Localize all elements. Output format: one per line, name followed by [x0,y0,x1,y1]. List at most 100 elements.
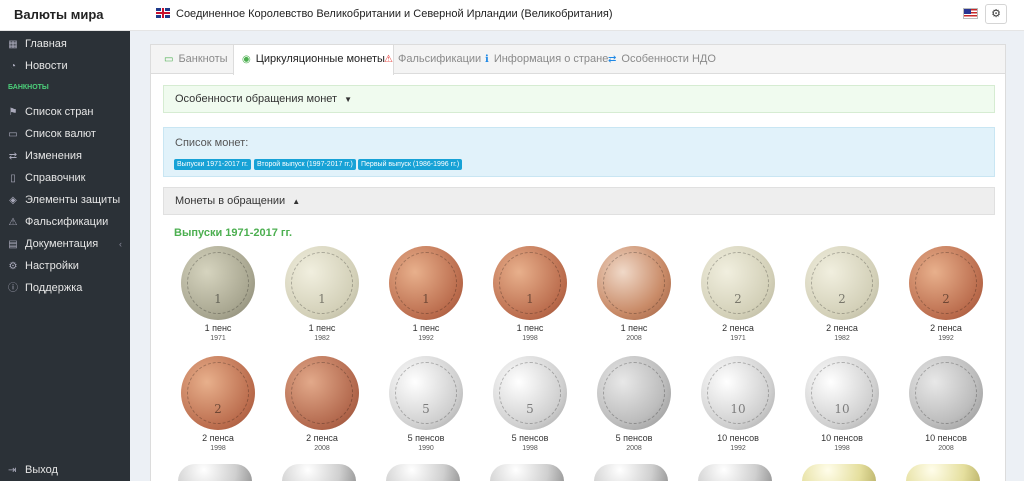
badge-issue-1971-2017[interactable]: Выпуски 1971-2017 гг. [174,159,251,170]
coin-image[interactable]: 10 [701,356,775,430]
sidebar-item-settings[interactable]: ⚙ Настройки [0,255,130,277]
coin-partial [802,464,876,481]
coin-card[interactable]: 10 10 пенсов 1998 [790,356,894,454]
coin-image[interactable]: 2 [909,246,983,320]
coin-card[interactable]: 5 пенсов 2008 [582,356,686,454]
tab-bar: ▭ Банкноты ◉ Циркуляционные монеты ⚠ Фальси… [151,45,1005,75]
coin-name: 1 пенс [412,323,440,333]
tab-falsifications[interactable]: ⚠ Фальсификации [384,45,481,74]
coin-card[interactable]: 2 пенса 2008 [270,356,374,454]
coin-face-value: 5 [422,402,430,416]
coin-partial [490,464,564,481]
sidebar-item-label: Главная [25,38,67,50]
coins-row-partial [0,464,1024,481]
folder-icon: ▤ [8,239,18,250]
sidebar: ▦ Главная ◔ Новости БАНКНОТЫ ⚑ Список стран… [0,31,130,481]
gear-icon: ⚙ [8,261,18,272]
coin-card[interactable]: 1 1 пенс 1982 [270,246,374,344]
settings-button[interactable]: ⚙ [985,4,1007,24]
coin-image[interactable]: 1 [389,246,463,320]
sidebar-item-changes[interactable]: ⇄ Изменения [0,145,130,167]
sidebar-item-countries[interactable]: ⚑ Список стран [0,101,130,123]
sidebar-item-label: Изменения [25,150,82,162]
coin-card[interactable]: 1 1 пенс 1998 [478,246,582,344]
coin-year: 1992 [730,445,746,452]
coin-name: 2 пенса [306,433,338,443]
country-name: Соединенное Королевство Великобритании и… [176,8,613,20]
coin-name: 10 пенсов [717,433,759,443]
coin-image[interactable]: 5 [493,356,567,430]
sidebar-item-currencies[interactable]: ▭ Список валют [0,123,130,145]
coin-image[interactable]: 10 [805,356,879,430]
brand-logo[interactable]: Валюты мира [0,0,130,31]
coin-face-value: 1 [422,292,430,306]
coin-image[interactable]: 1 [493,246,567,320]
coin-card[interactable]: 1 пенс 2008 [582,246,686,344]
coin-card[interactable]: 2 2 пенса 1998 [166,356,270,454]
badge-second-issue[interactable]: Второй выпуск (1997-2017 гг.) [254,159,356,170]
coin-name: 1 пенс [308,323,336,333]
caret-up-icon: ▲ [292,197,301,206]
coin-year: 1998 [210,445,226,452]
coin-image[interactable] [597,246,671,320]
coin-card[interactable]: 1 1 пенс 1992 [374,246,478,344]
coin-image[interactable]: 1 [285,246,359,320]
coin-card[interactable]: 2 2 пенса 1992 [894,246,998,344]
coin-card[interactable]: 10 пенсов 2008 [894,356,998,454]
coin-year: 1982 [834,335,850,342]
banknote-icon: ▭ [164,54,174,65]
coin-face-value: 1 [318,292,326,306]
sidebar-item-security[interactable]: ◈ Элементы защиты [0,189,130,211]
coin-face-value: 10 [730,402,746,416]
coin-face-value: 2 [734,292,742,306]
sidebar-item-documentation[interactable]: ▤ Документация ‹ [0,233,130,255]
coin-image[interactable]: 2 [805,246,879,320]
coin-year: 1992 [418,335,434,342]
sidebar-item-news[interactable]: ◔ Новости [0,55,130,77]
top-bar: Валюты мира Соединенное Королевство Вели… [0,0,1024,31]
coin-image[interactable] [285,356,359,430]
book-icon: ▯ [10,173,16,184]
coin-card[interactable]: 10 10 пенсов 1992 [686,356,790,454]
tab-label: Циркуляционные монеты [255,53,385,65]
coin-year: 1982 [314,335,330,342]
coin-name: 10 пенсов [925,433,967,443]
coin-card[interactable]: 5 5 пенсов 1998 [478,356,582,454]
coin-image[interactable] [909,356,983,430]
sidebar-item-falsifications[interactable]: ⚠ Фальсификации [0,211,130,233]
coin-image[interactable]: 5 [389,356,463,430]
coin-year: 1992 [938,335,954,342]
coin-image[interactable] [597,356,671,430]
tab-circulation-coins[interactable]: ◉ Циркуляционные монеты [233,45,394,75]
sidebar-item-label: Справочник [25,172,86,184]
tab-country-info[interactable]: ℹ Информация о стране [485,45,608,74]
tab-ndo-features[interactable]: ⇄ Особенности НДО [608,45,716,74]
coin-name: 1 пенс [620,323,648,333]
coin-features-toggle[interactable]: Особенности обращения монет ▼ [163,85,995,113]
coin-card[interactable]: 2 2 пенса 1982 [790,246,894,344]
coin-face-value: 2 [838,292,846,306]
sidebar-item-label: Список стран [25,106,94,118]
coin-name: 10 пенсов [821,433,863,443]
tab-label: Банкноты [178,53,228,65]
chevron-left-icon: ‹ [119,239,122,249]
sidebar-item-home[interactable]: ▦ Главная [0,33,130,55]
coin-card[interactable]: 5 5 пенсов 1990 [374,356,478,454]
sidebar-item-label: Элементы защиты [25,194,121,206]
in-circulation-toggle[interactable]: Монеты в обращении ▲ [163,187,995,215]
sidebar-item-label: Документация [25,238,99,250]
coin-name: 2 пенса [826,323,858,333]
coin-year: 1990 [418,445,434,452]
coin-card[interactable]: 1 1 пенс 1971 [166,246,270,344]
coin-image[interactable]: 2 [181,356,255,430]
coin-image[interactable]: 1 [181,246,255,320]
badge-first-issue[interactable]: Первый выпуск (1986-1996 гг.) [358,159,463,170]
sidebar-item-label: Список валют [25,128,96,140]
coin-image[interactable]: 2 [701,246,775,320]
coin-face-value: 1 [214,292,222,306]
sidebar-item-reference[interactable]: ▯ Справочник [0,167,130,189]
coin-card[interactable]: 2 2 пенса 1971 [686,246,790,344]
us-flag-icon[interactable] [963,8,978,19]
sidebar-item-support[interactable]: ⓘ Поддержка [0,277,130,299]
tab-banknotes[interactable]: ▭ Банкноты [164,45,228,74]
